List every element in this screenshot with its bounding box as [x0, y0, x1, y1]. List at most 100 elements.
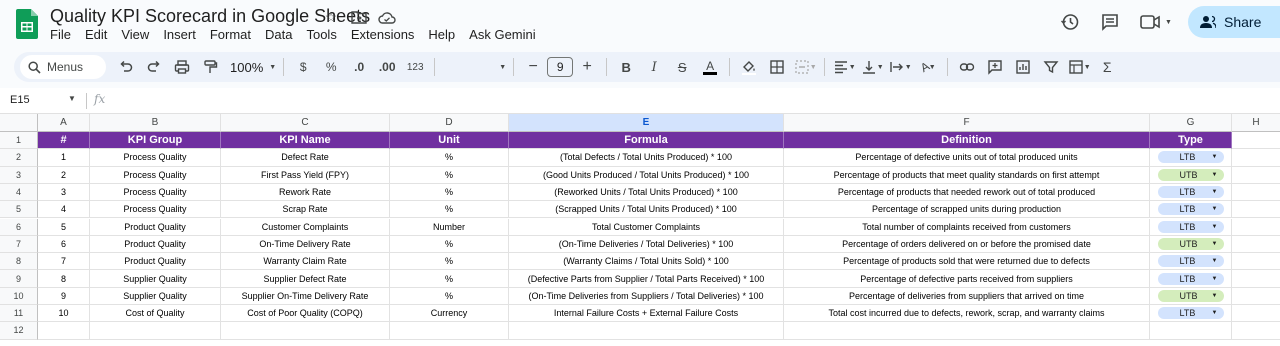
header-cell[interactable]: Unit: [390, 132, 509, 150]
meet-icon[interactable]: ▼: [1136, 8, 1176, 36]
row-number-cell[interactable]: 3: [38, 183, 90, 202]
select-all-corner[interactable]: [0, 114, 38, 132]
unit-cell[interactable]: %: [390, 235, 509, 254]
kpi-group-cell[interactable]: Process Quality: [90, 201, 221, 219]
vertical-align-icon[interactable]: ▼: [860, 55, 884, 79]
text-rotation-icon[interactable]: A ▼: [916, 55, 940, 79]
unit-cell[interactable]: Number: [390, 218, 509, 236]
formula-cell[interactable]: Internal Failure Costs + External Failur…: [509, 305, 784, 323]
type-dropdown-chip[interactable]: LTB ▼: [1157, 255, 1224, 268]
row-header[interactable]: 11: [0, 305, 38, 323]
star-icon[interactable]: ☆: [322, 8, 340, 26]
cloud-status-icon[interactable]: [378, 8, 396, 26]
row-header[interactable]: 10: [0, 287, 38, 305]
empty-cell[interactable]: [1232, 149, 1280, 167]
column-header-h[interactable]: H: [1232, 114, 1280, 132]
row-number-cell[interactable]: 5: [38, 218, 90, 236]
unit-cell[interactable]: Currency: [390, 305, 509, 323]
type-cell[interactable]: [1150, 322, 1232, 340]
row-number-cell[interactable]: 7: [38, 253, 90, 271]
header-cell[interactable]: #: [38, 132, 90, 150]
empty-cell[interactable]: [1232, 322, 1280, 340]
row-number-cell[interactable]: 1: [38, 149, 90, 167]
filter-views-icon[interactable]: ▼: [1067, 55, 1091, 79]
header-cell[interactable]: Definition: [784, 132, 1150, 150]
paint-format-icon[interactable]: [198, 55, 222, 79]
version-history-icon[interactable]: [1056, 8, 1084, 36]
kpi-name-cell[interactable]: Rework Rate: [221, 183, 390, 202]
sheets-logo-icon[interactable]: [16, 9, 38, 39]
kpi-name-cell[interactable]: Customer Complaints: [221, 218, 390, 236]
row-number-cell[interactable]: 8: [38, 270, 90, 288]
kpi-group-cell[interactable]: [90, 322, 221, 340]
bold-icon[interactable]: B: [614, 55, 638, 79]
formula-cell[interactable]: (Reworked Units / Total Units Produced) …: [509, 183, 784, 202]
kpi-group-cell[interactable]: Product Quality: [90, 253, 221, 271]
unit-cell[interactable]: %: [390, 270, 509, 288]
kpi-group-cell[interactable]: Supplier Quality: [90, 270, 221, 288]
percent-format-button[interactable]: %: [319, 55, 343, 79]
column-header-b[interactable]: B: [90, 114, 221, 132]
type-cell[interactable]: LTB ▼: [1150, 218, 1232, 236]
increase-font-size-button[interactable]: +: [575, 55, 599, 79]
row-number-cell[interactable]: 2: [38, 166, 90, 184]
definition-cell[interactable]: Percentage of products sold that were re…: [784, 253, 1150, 271]
row-header[interactable]: 9: [0, 270, 38, 288]
kpi-name-cell[interactable]: Supplier On-Time Delivery Rate: [221, 287, 390, 305]
kpi-group-cell[interactable]: Process Quality: [90, 149, 221, 167]
kpi-group-cell[interactable]: Process Quality: [90, 183, 221, 202]
menu-edit[interactable]: Edit: [85, 27, 113, 42]
column-header-d[interactable]: D: [390, 114, 509, 132]
menu-help[interactable]: Help: [428, 27, 461, 42]
menu-extensions[interactable]: Extensions: [351, 27, 421, 42]
unit-cell[interactable]: %: [390, 166, 509, 184]
formula-cell[interactable]: (On-Time Deliveries / Total Deliveries) …: [509, 235, 784, 254]
kpi-name-cell[interactable]: On-Time Delivery Rate: [221, 235, 390, 254]
empty-cell[interactable]: [1232, 201, 1280, 219]
empty-cell[interactable]: [1232, 305, 1280, 323]
row-header[interactable]: 1: [0, 132, 38, 150]
empty-cell[interactable]: [1232, 132, 1280, 150]
formula-cell[interactable]: (Defective Parts from Supplier / Total P…: [509, 270, 784, 288]
number-format-button[interactable]: 123: [403, 55, 427, 79]
horizontal-align-icon[interactable]: ▼: [832, 55, 856, 79]
currency-format-button[interactable]: $: [291, 55, 315, 79]
decrease-font-size-button[interactable]: −: [521, 55, 545, 79]
type-cell[interactable]: UTB ▼: [1150, 287, 1232, 305]
kpi-group-cell[interactable]: Product Quality: [90, 218, 221, 236]
menu-tools[interactable]: Tools: [306, 27, 342, 42]
type-cell[interactable]: LTB ▼: [1150, 305, 1232, 323]
menu-insert[interactable]: Insert: [163, 27, 202, 42]
zoom-select[interactable]: 100% ▼: [230, 55, 276, 79]
kpi-name-cell[interactable]: Supplier Defect Rate: [221, 270, 390, 288]
kpi-group-cell[interactable]: Process Quality: [90, 166, 221, 184]
unit-cell[interactable]: %: [390, 149, 509, 167]
row-header[interactable]: 7: [0, 235, 38, 254]
header-cell[interactable]: KPI Group: [90, 132, 221, 150]
type-dropdown-chip[interactable]: UTB ▼: [1157, 289, 1224, 302]
menus-search[interactable]: Menus: [20, 55, 106, 79]
fill-color-icon[interactable]: [737, 55, 761, 79]
definition-cell[interactable]: Percentage of orders delivered on or bef…: [784, 235, 1150, 254]
type-dropdown-chip[interactable]: UTB ▼: [1157, 237, 1224, 250]
definition-cell[interactable]: Percentage of products that needed rewor…: [784, 183, 1150, 202]
empty-cell[interactable]: [1232, 167, 1280, 184]
unit-cell[interactable]: %: [390, 287, 509, 305]
unit-cell[interactable]: %: [390, 253, 509, 271]
strikethrough-icon[interactable]: S: [670, 55, 694, 79]
unit-cell[interactable]: %: [390, 201, 509, 219]
insert-comment-icon[interactable]: [983, 55, 1007, 79]
formula-cell[interactable]: (On-Time Deliveries from Suppliers / Tot…: [509, 287, 784, 305]
font-family-select[interactable]: ▼: [442, 55, 506, 79]
type-cell[interactable]: LTB ▼: [1150, 201, 1232, 219]
definition-cell[interactable]: Total cost incurred due to defects, rewo…: [784, 305, 1150, 323]
type-cell[interactable]: LTB ▼: [1150, 253, 1232, 271]
empty-cell[interactable]: [1232, 236, 1280, 254]
menu-ask-gemini[interactable]: Ask Gemini: [469, 27, 541, 42]
kpi-name-cell[interactable]: Warranty Claim Rate: [221, 253, 390, 271]
column-header-f[interactable]: F: [784, 114, 1150, 132]
name-box[interactable]: E15: [10, 94, 30, 106]
menu-format[interactable]: Format: [210, 27, 257, 42]
formula-cell[interactable]: Total Customer Complaints: [509, 218, 784, 236]
text-color-icon[interactable]: A: [698, 55, 722, 79]
